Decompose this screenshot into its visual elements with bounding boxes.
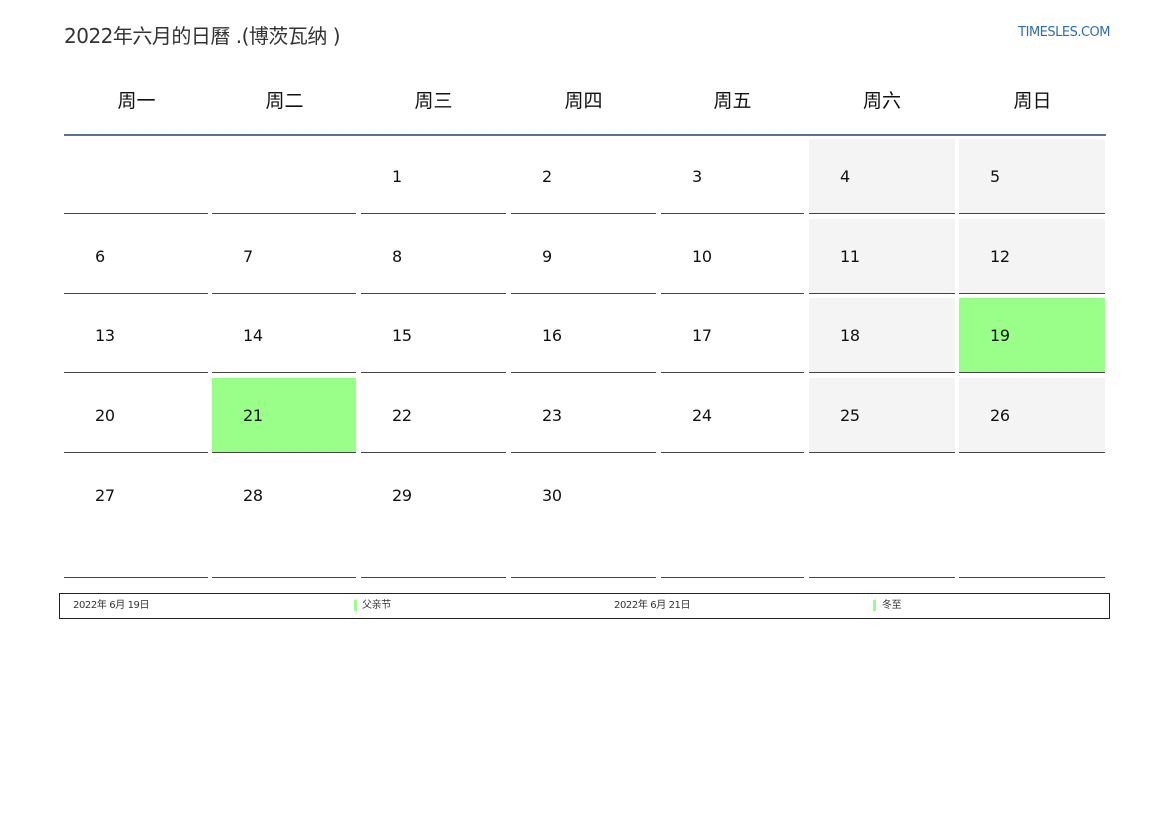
- day-cell[interactable]: 22: [361, 378, 506, 453]
- legend-date: 2022年 6月 19日: [73, 600, 150, 611]
- day-number: 5: [990, 167, 1000, 186]
- day-number: 7: [243, 247, 253, 266]
- legend-color-swatch: [354, 600, 357, 611]
- day-number: 17: [692, 326, 712, 345]
- weekday-wednesday: 周三: [414, 90, 453, 112]
- empty-day-cell: [959, 458, 1105, 578]
- day-cell[interactable]: 3: [661, 139, 804, 214]
- page-title: 2022年六月的日曆 .(博茨瓦纳 ): [64, 24, 341, 48]
- empty-day-cell: [809, 458, 955, 578]
- day-number: 30: [542, 486, 562, 505]
- weekday-monday: 周一: [117, 90, 156, 112]
- day-cell[interactable]: 17: [661, 298, 804, 373]
- day-cell[interactable]: 15: [361, 298, 506, 373]
- day-cell[interactable]: 6: [64, 219, 208, 294]
- day-cell[interactable]: 4: [809, 139, 955, 214]
- day-cell[interactable]: 27: [64, 458, 208, 578]
- day-number: 23: [542, 406, 562, 425]
- day-number: 15: [392, 326, 412, 345]
- day-cell[interactable]: 21: [212, 378, 356, 453]
- day-cell[interactable]: 10: [661, 219, 804, 294]
- day-cell[interactable]: 28: [212, 458, 356, 578]
- day-cell[interactable]: 30: [511, 458, 656, 578]
- day-cell[interactable]: 18: [809, 298, 955, 373]
- empty-day-cell: [64, 139, 208, 214]
- day-number: 1: [392, 167, 402, 186]
- holiday-legend: 2022年 6月 19日 父亲节 2022年 6月 21日 冬至: [59, 593, 1110, 619]
- day-cell[interactable]: 25: [809, 378, 955, 453]
- weekday-friday: 周五: [713, 90, 752, 112]
- day-cell[interactable]: 12: [959, 219, 1105, 294]
- day-cell[interactable]: 1: [361, 139, 506, 214]
- day-cell[interactable]: 29: [361, 458, 506, 578]
- day-number: 10: [692, 247, 712, 266]
- day-cell[interactable]: 2: [511, 139, 656, 214]
- weekday-tuesday: 周二: [265, 90, 304, 112]
- day-cell[interactable]: 19: [959, 298, 1105, 373]
- day-cell[interactable]: 11: [809, 219, 955, 294]
- day-number: 16: [542, 326, 562, 345]
- legend-color-swatch: [873, 600, 876, 611]
- day-number: 25: [840, 406, 860, 425]
- day-cell[interactable]: 5: [959, 139, 1105, 214]
- day-number: 13: [95, 326, 115, 345]
- day-number: 4: [840, 167, 850, 186]
- day-number: 11: [840, 247, 860, 266]
- day-cell[interactable]: 7: [212, 219, 356, 294]
- weekday-sunday: 周日: [1013, 90, 1052, 112]
- day-number: 28: [243, 486, 263, 505]
- day-number: 24: [692, 406, 712, 425]
- day-number: 20: [95, 406, 115, 425]
- day-number: 26: [990, 406, 1010, 425]
- day-cell[interactable]: 24: [661, 378, 804, 453]
- legend-date: 2022年 6月 21日: [614, 600, 691, 611]
- empty-day-cell: [661, 458, 804, 578]
- legend-holiday-name: 父亲节: [362, 600, 391, 611]
- day-cell[interactable]: 23: [511, 378, 656, 453]
- day-number: 22: [392, 406, 412, 425]
- day-number: 29: [392, 486, 412, 505]
- day-number: 6: [95, 247, 105, 266]
- day-number: 19: [990, 326, 1010, 345]
- weekday-saturday: 周六: [862, 90, 901, 112]
- day-number: 27: [95, 486, 115, 505]
- legend-holiday-name: 冬至: [882, 600, 902, 611]
- empty-day-cell: [212, 139, 356, 214]
- day-number: 3: [692, 167, 702, 186]
- day-number: 14: [243, 326, 263, 345]
- day-cell[interactable]: 13: [64, 298, 208, 373]
- weekday-thursday: 周四: [564, 90, 603, 112]
- day-cell[interactable]: 8: [361, 219, 506, 294]
- weekday-header-row: 周一 周二 周三 周四 周五 周六 周日: [64, 82, 1106, 136]
- day-cell[interactable]: 9: [511, 219, 656, 294]
- day-number: 18: [840, 326, 860, 345]
- day-number: 2: [542, 167, 552, 186]
- day-cell[interactable]: 14: [212, 298, 356, 373]
- day-number: 21: [243, 406, 263, 425]
- day-number: 12: [990, 247, 1010, 266]
- day-number: 9: [542, 247, 552, 266]
- day-cell[interactable]: 26: [959, 378, 1105, 453]
- day-cell[interactable]: 16: [511, 298, 656, 373]
- brand-link[interactable]: TIMESLES.COM: [1018, 25, 1110, 40]
- day-cell[interactable]: 20: [64, 378, 208, 453]
- day-number: 8: [392, 247, 402, 266]
